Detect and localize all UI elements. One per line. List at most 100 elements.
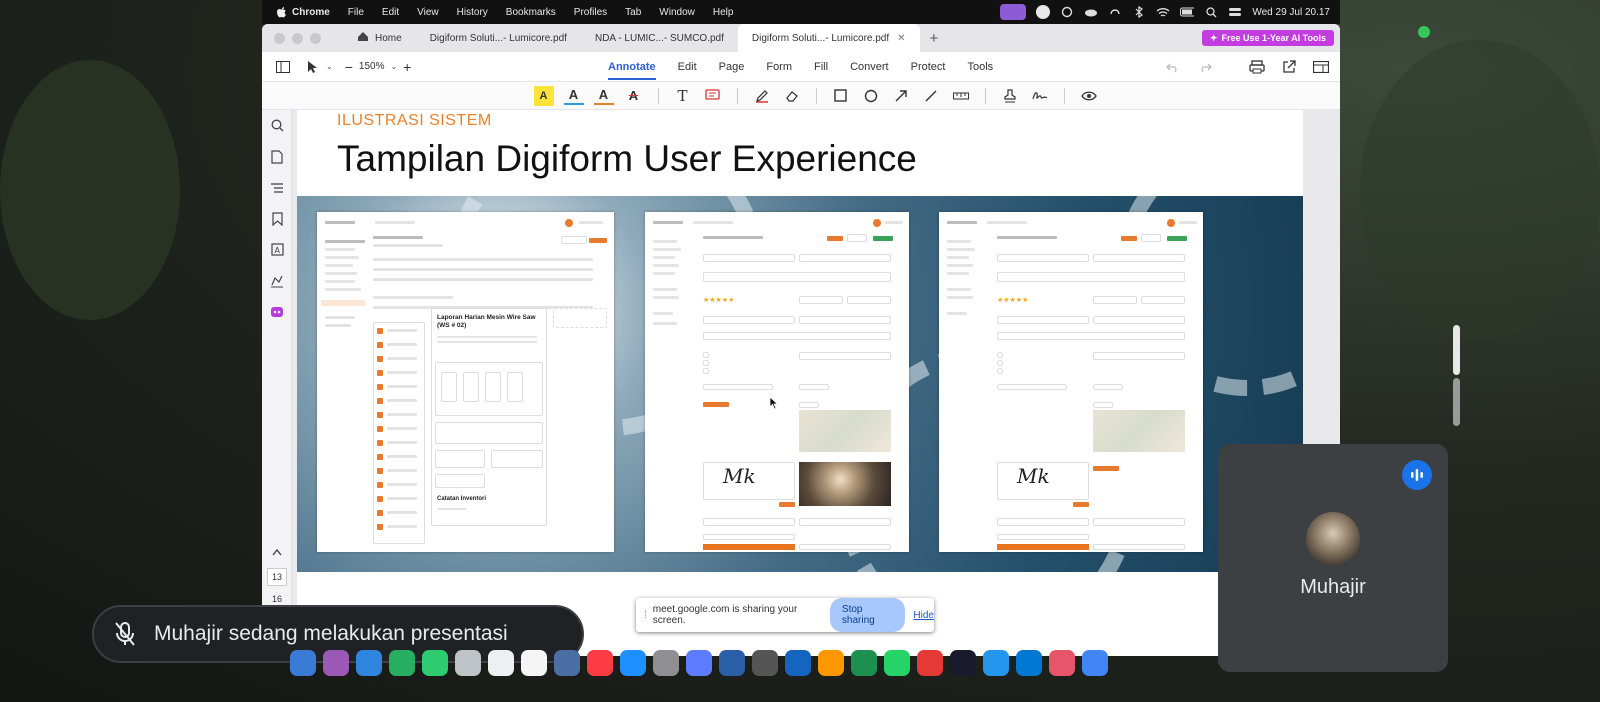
ai-assistant-icon[interactable] [262, 296, 292, 327]
tab-page[interactable]: Page [719, 52, 745, 82]
underline-text-button[interactable]: A [563, 87, 584, 105]
rectangle-icon[interactable] [831, 86, 851, 106]
redo-icon[interactable] [1196, 58, 1214, 76]
wifi-icon[interactable] [1156, 6, 1170, 18]
eraser-icon[interactable] [782, 86, 802, 106]
chevron-down-icon[interactable]: ⌄ [390, 62, 397, 71]
dock-app-help-icon[interactable] [752, 650, 778, 676]
tab-fill[interactable]: Fill [814, 52, 828, 82]
tab-digiform-active[interactable]: Digiform Soluti...- Lumicore.pdf ✕ [737, 24, 920, 52]
search-icon[interactable] [1204, 6, 1218, 18]
menu-window[interactable]: Window [659, 7, 695, 18]
dock-app-whatsapp-icon[interactable] [884, 650, 910, 676]
mic-off-icon[interactable] [108, 617, 142, 651]
cloud-icon[interactable] [1084, 6, 1098, 18]
tab-edit[interactable]: Edit [678, 52, 697, 82]
stamp-icon[interactable] [1000, 86, 1020, 106]
battery-icon[interactable] [1180, 6, 1195, 18]
chevron-up-icon[interactable] [262, 536, 292, 567]
sync-icon[interactable] [1060, 6, 1074, 18]
screen-share-status-icon[interactable] [1000, 4, 1027, 20]
control-center-icon[interactable] [1228, 6, 1242, 18]
dock-app-messages-icon[interactable] [389, 650, 415, 676]
headphones-icon[interactable] [1108, 6, 1122, 18]
new-tab-icon[interactable]: + [930, 30, 939, 47]
highlight-text-button[interactable]: A [533, 85, 554, 106]
print-icon[interactable] [1248, 58, 1266, 76]
menu-history[interactable]: History [457, 7, 488, 18]
tab-convert[interactable]: Convert [850, 52, 889, 82]
dock-app-photos-icon[interactable] [1049, 650, 1075, 676]
tab-tools[interactable]: Tools [967, 52, 993, 82]
chevron-down-icon[interactable]: ⌄ [326, 62, 333, 71]
arrow-icon[interactable] [891, 86, 911, 106]
dock-app-preview-icon[interactable] [554, 650, 580, 676]
apple-icon[interactable] [270, 6, 292, 19]
panel-toggle-icon[interactable] [274, 58, 292, 76]
squiggly-text-button[interactable]: A [593, 87, 614, 105]
dock-app-notes-icon[interactable] [521, 650, 547, 676]
promo-button[interactable]: ✦ Free Use 1-Year AI Tools [1201, 30, 1334, 46]
strikethrough-text-button[interactable]: A [624, 86, 644, 106]
dock-app-music-icon[interactable] [587, 650, 613, 676]
menu-bar-clock[interactable]: Wed 29 Jul 20.17 [1252, 7, 1330, 18]
dock-app-docker-icon[interactable] [983, 650, 1009, 676]
measure-icon[interactable] [951, 86, 971, 106]
dock-app-facetime-icon[interactable] [422, 650, 448, 676]
zoom-in-icon[interactable]: + [403, 59, 411, 75]
dock-app-files-icon[interactable] [686, 650, 712, 676]
menu-file[interactable]: File [348, 7, 364, 18]
minimize-window-button[interactable] [292, 32, 303, 44]
dock-app-finder-icon[interactable] [290, 650, 316, 676]
dock-app-launchpad-icon[interactable] [323, 650, 349, 676]
menu-help[interactable]: Help [713, 7, 734, 18]
signatures-icon[interactable] [262, 265, 292, 296]
dock-app-app-store-icon[interactable] [620, 650, 646, 676]
hide-link[interactable]: Hide [913, 610, 934, 621]
bookmark-icon[interactable] [262, 203, 292, 234]
outline-icon[interactable] [262, 172, 292, 203]
eye-icon[interactable] [1079, 86, 1099, 106]
menu-profiles[interactable]: Profiles [574, 7, 607, 18]
zoom-level[interactable]: 150% [359, 61, 385, 72]
dock-app-maps-icon[interactable] [785, 650, 811, 676]
share-icon[interactable] [1280, 58, 1298, 76]
tab-protect[interactable]: Protect [911, 52, 946, 82]
menu-view[interactable]: View [417, 7, 439, 18]
dock-app-ftp-icon[interactable] [818, 650, 844, 676]
bluetooth-icon[interactable] [1132, 6, 1146, 18]
search-icon[interactable] [262, 110, 292, 141]
undo-icon[interactable] [1164, 58, 1182, 76]
dock-app-chrome-icon[interactable] [1082, 650, 1108, 676]
tab-nda[interactable]: NDA - LUMIC...- SUMCO.pdf [581, 24, 738, 52]
signature-icon[interactable] [1030, 86, 1050, 106]
dock-app-vscode-icon[interactable] [719, 650, 745, 676]
menu-chrome[interactable]: Chrome [292, 7, 330, 18]
dock-app-vpn-icon[interactable] [950, 650, 976, 676]
dock-app-excel-icon[interactable] [851, 650, 877, 676]
add-icon[interactable] [1036, 5, 1051, 19]
menu-tab[interactable]: Tab [625, 7, 641, 18]
stop-sharing-button[interactable]: Stop sharing [829, 598, 906, 632]
close-window-button[interactable] [274, 32, 285, 44]
dock-app-outlook-icon[interactable] [1016, 650, 1042, 676]
select-cursor-icon[interactable] [304, 58, 322, 76]
tab-annotate[interactable]: Annotate [608, 52, 656, 82]
dock-app-mail-icon[interactable] [356, 650, 382, 676]
pen-icon[interactable] [752, 86, 772, 106]
page-thumbnails-icon[interactable] [262, 141, 292, 172]
close-tab-icon[interactable]: ✕ [897, 33, 905, 44]
line-icon[interactable] [921, 86, 941, 106]
tab-digiform-1[interactable]: Digiform Soluti...- Lumicore.pdf [416, 24, 581, 52]
participant-tile[interactable]: Muhajir [1218, 444, 1448, 672]
dock-app-pdf-editor-icon[interactable] [917, 650, 943, 676]
dock-app-calendar-icon[interactable] [488, 650, 514, 676]
dock-app-contacts-icon[interactable] [455, 650, 481, 676]
annotations-list-icon[interactable]: A [262, 234, 292, 265]
layout-icon[interactable] [1312, 58, 1330, 76]
zoom-out-icon[interactable]: − [345, 59, 353, 75]
tab-form[interactable]: Form [766, 52, 792, 82]
comment-icon[interactable] [703, 86, 723, 106]
maximize-window-button[interactable] [310, 32, 321, 44]
page-number-current[interactable]: 13 [267, 568, 287, 586]
